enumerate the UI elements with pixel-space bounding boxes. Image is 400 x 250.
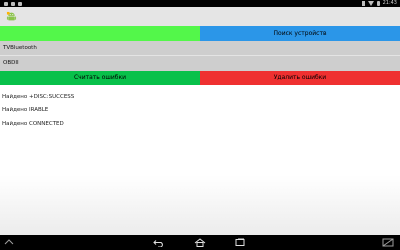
device-item-tvbluetooth[interactable]: TVBluetooth [0, 41, 400, 56]
recent-apps-icon[interactable] [234, 238, 246, 247]
android-robot-icon[interactable] [5, 10, 18, 23]
status-time: 21:43 [382, 0, 397, 6]
action-bar [0, 7, 400, 26]
device-item-obdii[interactable]: OBDII [0, 56, 400, 71]
log-line: Найдено CONNECTED [2, 121, 64, 127]
wifi-icon [367, 1, 374, 6]
action-buttons-row: Считать ошибки Удалить ошибки [0, 71, 400, 85]
top-buttons-row: Поиск устройств [0, 26, 400, 41]
notification-icon [11, 1, 15, 6]
navigation-bar [0, 235, 400, 250]
status-notification-icons [4, 0, 22, 7]
read-errors-button[interactable]: Считать ошибки [0, 71, 200, 85]
back-icon[interactable] [152, 238, 164, 247]
status-right: 21:43 [361, 0, 397, 7]
delete-errors-button[interactable]: Удалить ошибки [200, 71, 400, 85]
notification-icon [4, 1, 8, 6]
log-area: Найдено +DISC:SUCCESS Найдено IRABLE Най… [0, 85, 400, 235]
notification-icon [18, 1, 22, 6]
home-icon[interactable] [194, 238, 206, 247]
keyboard-icon[interactable] [4, 238, 14, 247]
screenshot-icon[interactable] [382, 238, 394, 247]
log-line: Найдено +DISC:SUCCESS [2, 94, 75, 100]
search-devices-button[interactable]: Поиск устройств [200, 26, 400, 41]
status-indicator-bar [0, 26, 200, 41]
bluetooth-icon [361, 1, 365, 6]
status-bar: 21:43 [0, 0, 400, 7]
battery-icon [376, 1, 380, 6]
log-line: Найдено IRABLE [2, 107, 49, 113]
